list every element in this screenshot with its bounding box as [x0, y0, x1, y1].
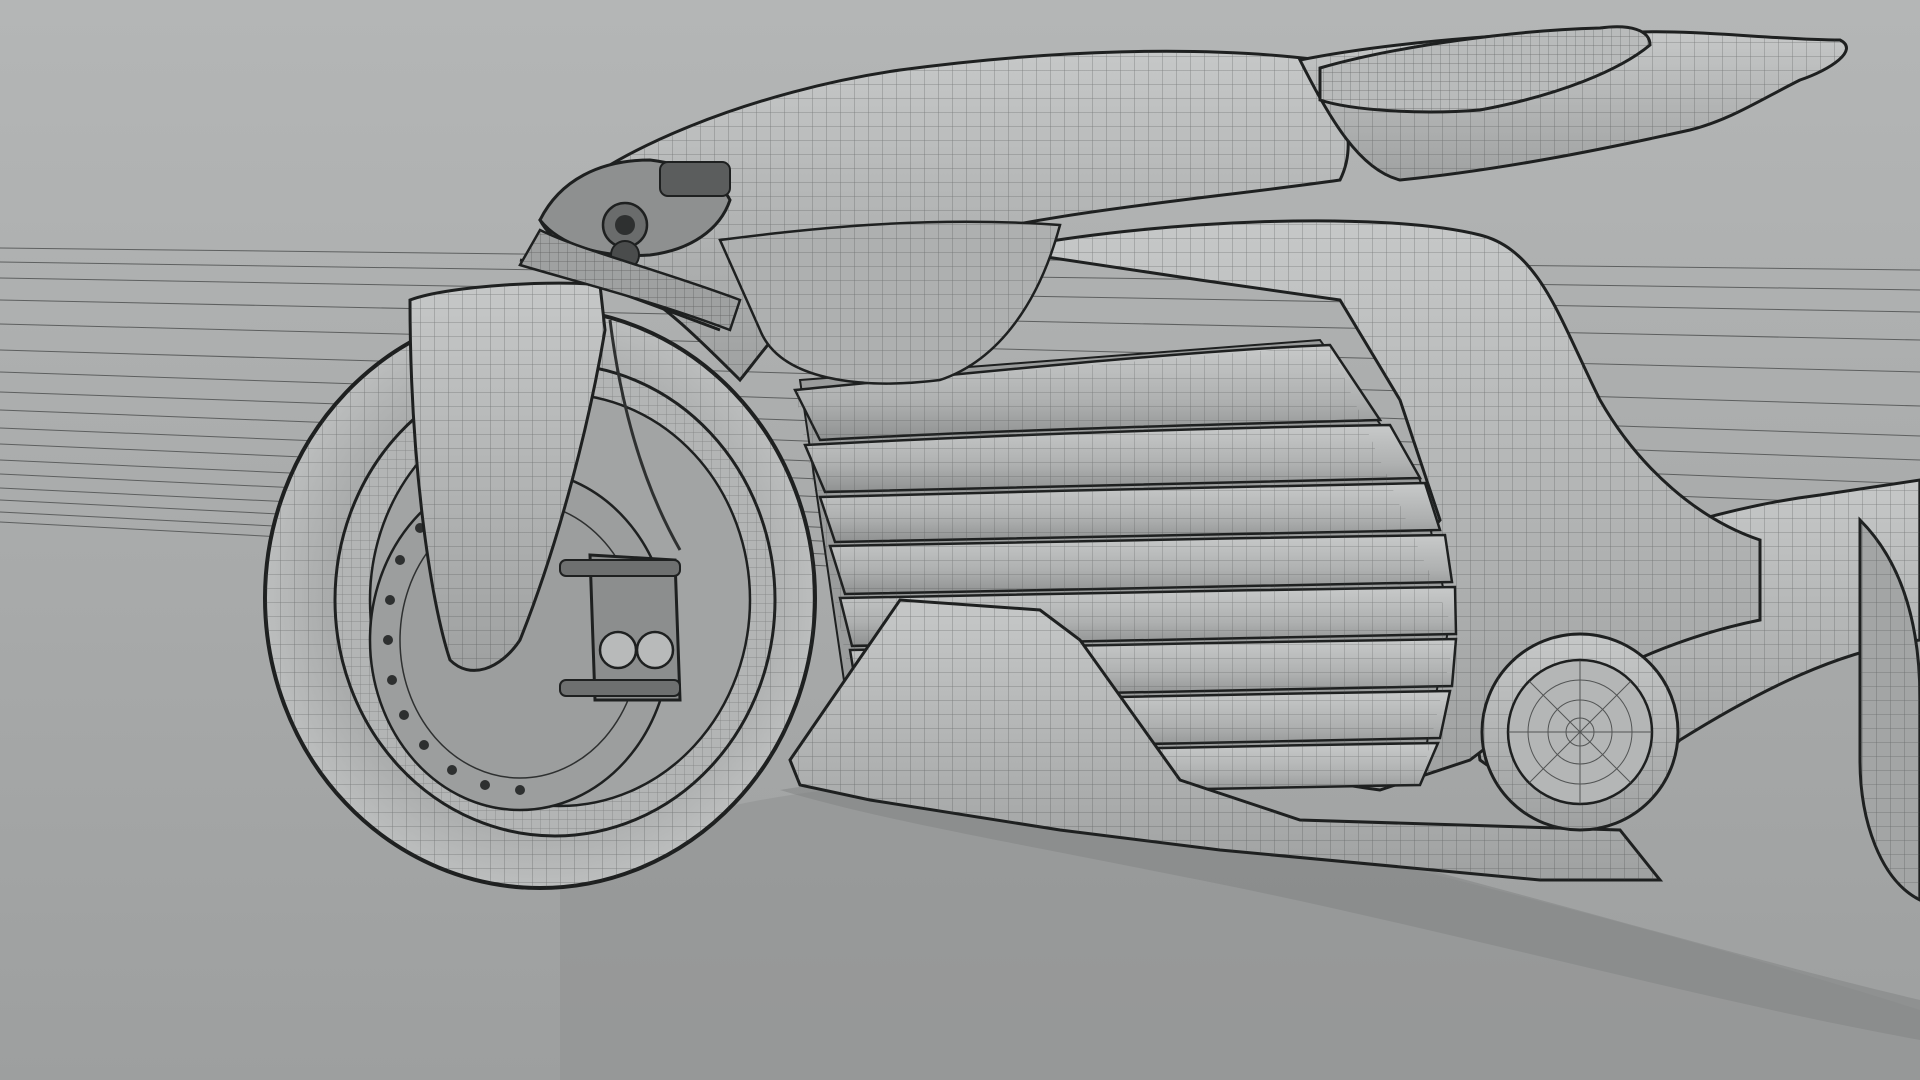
swingarm-pivot-hub	[1480, 632, 1680, 832]
render-viewport	[0, 0, 1920, 1080]
